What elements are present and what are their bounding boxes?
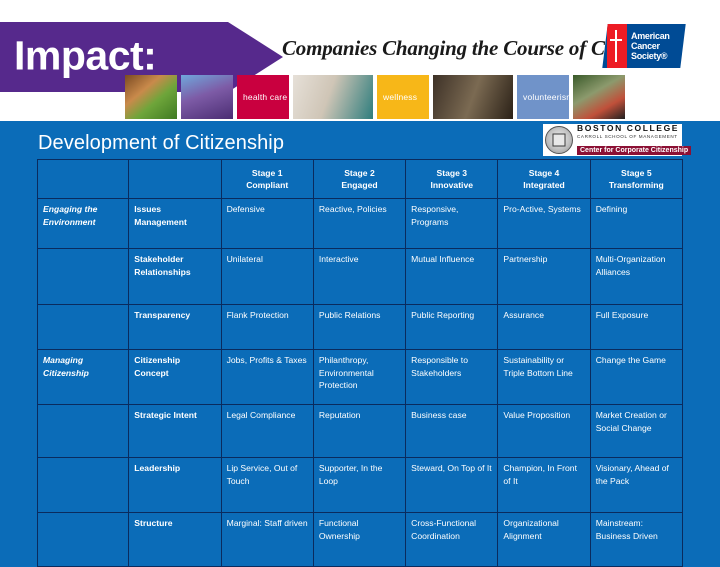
cell-stage-4: Pro-Active, Systems bbox=[497, 198, 591, 249]
boston-college-logo: BOSTON COLLEGE CARROLL SCHOOL OF MANAGEM… bbox=[543, 123, 692, 156]
cell-stage-1: Legal Compliance bbox=[220, 404, 314, 458]
row-group-label bbox=[36, 457, 130, 513]
stage-3-name: Innovative bbox=[430, 179, 474, 190]
cell-stage-2: Interactive bbox=[312, 248, 407, 305]
cell-stage-1: Defensive bbox=[220, 198, 314, 249]
row-aspect: Leadership bbox=[128, 457, 222, 513]
cell-stage-4: Sustainability or Triple Bottom Line bbox=[497, 349, 591, 405]
stage-1-number: Stage 1 bbox=[251, 168, 283, 178]
row-group-label bbox=[36, 404, 130, 458]
cell-stage-5: Market Creation or Social Change bbox=[589, 404, 684, 458]
cell-stage-1: Unilateral bbox=[220, 248, 314, 305]
cell-stage-4: Champion, In Front of It bbox=[497, 457, 591, 513]
business-photo bbox=[433, 75, 513, 119]
cell-stage-1: Flank Protection bbox=[220, 304, 314, 350]
cell-stage-3: Public Reporting bbox=[405, 304, 499, 350]
row-group-label: Managing Citizenship bbox=[36, 349, 130, 405]
cell-stage-1: Lip Service, Out of Touch bbox=[220, 457, 314, 513]
header-banner: Impact: Companies Changing the Course of… bbox=[0, 0, 720, 121]
relay-photo bbox=[181, 75, 233, 119]
row-aspect: Stakeholder Relationships bbox=[128, 248, 222, 305]
stage-1-name: Compliant bbox=[246, 179, 289, 190]
stage-2-number: Stage 2 bbox=[344, 168, 375, 178]
cycling-photo bbox=[573, 75, 625, 119]
row-aspect: Strategic Intent bbox=[128, 404, 222, 458]
row-group-label bbox=[36, 304, 130, 350]
cell-stage-4: Partnership bbox=[497, 248, 591, 305]
row-aspect: Issues Management bbox=[128, 198, 222, 249]
cell-stage-3: Responsible to Stakeholders bbox=[405, 349, 499, 405]
cell-stage-2: Supporter, In the Loop bbox=[312, 457, 407, 513]
table-row: Transparency Flank Protection Public Rel… bbox=[36, 304, 684, 350]
acs-line-3: Society® bbox=[631, 51, 668, 61]
banner-tagline: Companies Changing the Course of Cancer bbox=[282, 36, 653, 60]
stage-3-number: Stage 3 bbox=[436, 168, 468, 178]
health-care-tile: health care bbox=[237, 75, 289, 119]
cell-stage-2: Reactive, Policies bbox=[312, 198, 407, 249]
volunteerism-tile: volunteerism bbox=[517, 75, 569, 119]
bc-name: BOSTON COLLEGE bbox=[577, 123, 680, 133]
acs-red-panel bbox=[607, 24, 627, 68]
cell-stage-4: Assurance bbox=[497, 304, 591, 350]
cell-stage-2: Public Relations bbox=[312, 304, 407, 350]
cell-stage-3: Steward, On Top of It bbox=[405, 457, 499, 513]
stage-4-name: Integrated bbox=[523, 179, 565, 190]
row-group-label: Engaging the Environment bbox=[36, 198, 130, 249]
slide-body: Development of Citizenship BOSTON COLLEG… bbox=[0, 121, 720, 567]
row-aspect: Citizenship Concept bbox=[128, 349, 222, 405]
header-stage-3: Stage 3 Innovative bbox=[405, 159, 499, 199]
american-cancer-society-logo: American Cancer Society® bbox=[602, 24, 686, 68]
stage-5-name: Transforming bbox=[608, 179, 664, 190]
acs-line-1: American bbox=[631, 31, 670, 41]
cell-stage-5: Full Exposure bbox=[589, 304, 684, 350]
cell-stage-3: Mutual Influence bbox=[405, 248, 499, 305]
cell-stage-5: Multi-Organization Alliances bbox=[589, 248, 684, 305]
cell-stage-1: Jobs, Profits & Taxes bbox=[220, 349, 314, 405]
table-row: Strategic Intent Legal Compliance Reputa… bbox=[36, 404, 684, 458]
stage-2-name: Engaged bbox=[341, 179, 378, 190]
stage-4-number: Stage 4 bbox=[528, 168, 560, 178]
table-header-row: Stage 1 Compliant Stage 2 Engaged Stage … bbox=[36, 159, 684, 199]
doctor-photo bbox=[293, 75, 373, 119]
page-title: Development of Citizenship bbox=[38, 132, 285, 154]
cell-stage-3: Responsive, Programs bbox=[405, 198, 499, 249]
table-row: Managing Citizenship Citizenship Concept… bbox=[36, 349, 684, 405]
bc-center: Center for Corporate Citizenship bbox=[577, 146, 692, 155]
wellness-label: wellness bbox=[383, 92, 418, 102]
citizenship-stages-table: Stage 1 Compliant Stage 2 Engaged Stage … bbox=[36, 159, 684, 567]
cell-stage-3: Business case bbox=[405, 404, 499, 458]
cell-stage-5: Visionary, Ahead of the Pack bbox=[589, 457, 684, 513]
volunteerism-label: volunteerism bbox=[523, 92, 569, 102]
bc-seal-icon bbox=[545, 126, 573, 154]
stage-5-number: Stage 5 bbox=[621, 168, 652, 178]
header-stage-5: Stage 5 Transforming bbox=[589, 159, 684, 199]
acs-line-2: Cancer bbox=[631, 41, 660, 51]
cell-stage-2: Philanthropy, Environmental Protection bbox=[312, 349, 407, 405]
bc-school: CARROLL SCHOOL OF MANAGEMENT bbox=[577, 134, 678, 139]
header-stage-4: Stage 4 Integrated bbox=[497, 159, 591, 199]
row-group-label bbox=[36, 248, 130, 305]
impact-label: Impact: bbox=[14, 32, 157, 79]
cell-stage-5: Defining bbox=[589, 198, 684, 249]
table-row: Stakeholder Relationships Unilateral Int… bbox=[36, 248, 684, 305]
photo-strip: health care wellness volunteerism bbox=[125, 75, 625, 119]
table-row: Leadership Lip Service, Out of Touch Sup… bbox=[36, 457, 684, 513]
acs-logo-text: American Cancer Society® bbox=[631, 31, 670, 61]
header-stage-2: Stage 2 Engaged bbox=[312, 159, 407, 199]
header-aspect-col bbox=[128, 159, 222, 199]
cell-stage-2: Reputation bbox=[312, 404, 407, 458]
food-photo bbox=[125, 75, 177, 119]
row-aspect: Transparency bbox=[128, 304, 222, 350]
header-group-col bbox=[36, 159, 130, 199]
header-stage-1: Stage 1 Compliant bbox=[220, 159, 314, 199]
table-row: Engaging the Environment Issues Manageme… bbox=[36, 198, 684, 249]
cell-stage-4: Value Proposition bbox=[497, 404, 591, 458]
cell-stage-5: Change the Game bbox=[589, 349, 684, 405]
wellness-tile: wellness bbox=[377, 75, 429, 119]
sword-icon bbox=[615, 30, 617, 62]
health-care-label: health care bbox=[243, 92, 288, 102]
